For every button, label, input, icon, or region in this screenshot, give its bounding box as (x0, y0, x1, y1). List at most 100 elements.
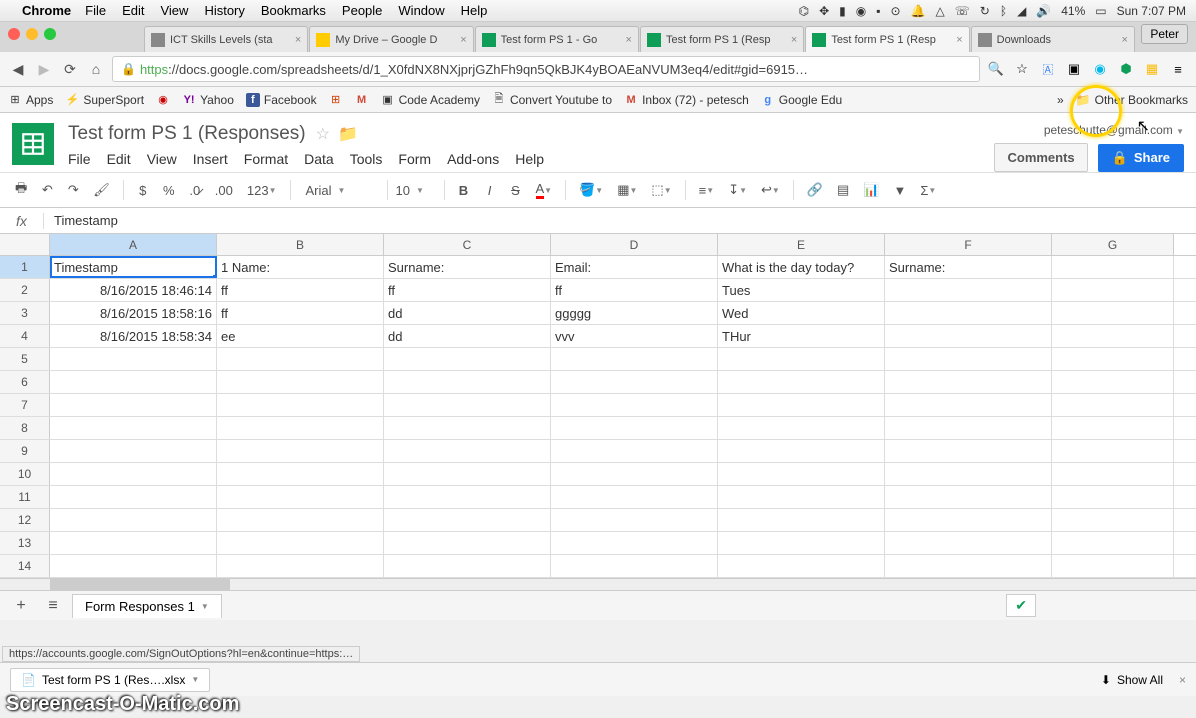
menu-tools[interactable]: Tools (350, 151, 383, 167)
fill-color-button[interactable]: 🪣▼ (574, 179, 608, 201)
cell[interactable] (885, 555, 1052, 577)
cell[interactable] (50, 417, 217, 439)
bm-youtube[interactable]: 🗎Convert Youtube to (492, 93, 612, 107)
row-header[interactable]: 12 (0, 509, 50, 531)
comment-button[interactable]: ▤ (832, 179, 854, 201)
menu-insert[interactable]: Insert (193, 151, 228, 167)
cell[interactable] (50, 371, 217, 393)
bm-facebook[interactable]: fFacebook (246, 93, 317, 107)
sheets-logo[interactable] (12, 123, 54, 165)
row-header[interactable]: 7 (0, 394, 50, 416)
cell[interactable] (885, 394, 1052, 416)
cell[interactable] (1052, 463, 1174, 485)
filter-button[interactable]: ▼ (888, 180, 911, 201)
row-header[interactable]: 1 (0, 256, 50, 278)
share-button[interactable]: 🔒Share (1098, 144, 1184, 172)
cell[interactable] (384, 532, 551, 554)
percent-button[interactable]: % (158, 180, 180, 201)
star-icon[interactable]: ☆ (1012, 59, 1032, 79)
cell[interactable] (384, 394, 551, 416)
reload-button[interactable]: ⟳ (60, 59, 80, 79)
cell[interactable] (1052, 279, 1174, 301)
cell[interactable] (1052, 302, 1174, 324)
cell[interactable] (885, 302, 1052, 324)
row-header[interactable]: 2 (0, 279, 50, 301)
functions-button[interactable]: Σ▼ (915, 180, 941, 201)
borders-button[interactable]: ▦▼ (612, 179, 642, 201)
cell[interactable] (718, 394, 885, 416)
cell[interactable]: 8/16/2015 18:46:14 (50, 279, 217, 301)
comments-button[interactable]: Comments (994, 143, 1087, 172)
undo-button[interactable]: ↶ (36, 179, 58, 201)
cell[interactable] (1052, 325, 1174, 347)
row-header[interactable]: 11 (0, 486, 50, 508)
home-button[interactable]: ⌂ (86, 59, 106, 79)
menu-view[interactable]: View (160, 3, 188, 18)
font-select[interactable]: Arial▼ (299, 180, 379, 201)
cell[interactable] (718, 532, 885, 554)
close-icon[interactable]: × (460, 34, 466, 46)
merge-button[interactable]: ⬚▼ (646, 179, 676, 201)
cell[interactable] (718, 417, 885, 439)
show-all-downloads[interactable]: Show All (1117, 673, 1163, 687)
cell[interactable] (384, 509, 551, 531)
bm-icon-only-2[interactable]: ⊞ (329, 93, 343, 107)
cell[interactable] (718, 463, 885, 485)
close-icon[interactable]: × (1122, 34, 1128, 46)
hamburger-icon[interactable]: ≡ (1168, 59, 1188, 79)
tab-3[interactable]: Test form PS 1 (Resp× (640, 26, 804, 52)
cell[interactable] (217, 532, 384, 554)
horizontal-scrollbar[interactable] (0, 578, 1196, 590)
halign-button[interactable]: ≡▼ (694, 180, 720, 201)
back-button[interactable]: ◀ (8, 59, 28, 79)
cell[interactable] (885, 463, 1052, 485)
cell[interactable] (50, 532, 217, 554)
cell[interactable] (718, 440, 885, 462)
cell[interactable]: What is the day today? (718, 256, 885, 278)
wifi-icon[interactable]: ◢ (1017, 4, 1026, 18)
cell[interactable]: ee (217, 325, 384, 347)
menu-people[interactable]: People (342, 3, 382, 18)
italic-button[interactable]: I (479, 180, 501, 201)
tab-0[interactable]: ICT Skills Levels (sta× (144, 26, 308, 52)
bluetooth-icon[interactable]: ᛒ (1000, 4, 1007, 18)
row-header[interactable]: 9 (0, 440, 50, 462)
menubar-icon[interactable]: ▪ (876, 4, 880, 18)
tab-2[interactable]: Test form PS 1 - Go× (475, 26, 639, 52)
cell[interactable]: vvv (551, 325, 718, 347)
cell[interactable] (217, 555, 384, 577)
cell[interactable] (885, 279, 1052, 301)
translate-icon[interactable]: 🇦 (1038, 59, 1058, 79)
row-header[interactable]: 14 (0, 555, 50, 577)
print-button[interactable]: 🖶 (10, 176, 32, 204)
select-all-corner[interactable] (0, 234, 50, 255)
strike-button[interactable]: S (505, 180, 527, 201)
cell[interactable] (885, 509, 1052, 531)
cell[interactable]: ff (217, 279, 384, 301)
row-header[interactable]: 8 (0, 417, 50, 439)
cell[interactable]: dd (384, 325, 551, 347)
menu-help[interactable]: Help (515, 151, 544, 167)
cell[interactable] (1052, 509, 1174, 531)
app-name[interactable]: Chrome (22, 3, 71, 18)
clock[interactable]: Sun 7:07 PM (1117, 4, 1186, 18)
cell[interactable] (1052, 417, 1174, 439)
chart-button[interactable]: 📊 (858, 179, 884, 201)
user-badge[interactable]: Peter (1141, 24, 1188, 44)
cell[interactable] (384, 371, 551, 393)
ext-icon-3[interactable]: ⬢ (1116, 59, 1136, 79)
menu-file[interactable]: File (85, 3, 106, 18)
col-header-f[interactable]: F (885, 234, 1052, 255)
col-header-c[interactable]: C (384, 234, 551, 255)
cell[interactable]: ff (217, 302, 384, 324)
cell[interactable]: Surname: (885, 256, 1052, 278)
cell[interactable] (1052, 555, 1174, 577)
bm-inbox[interactable]: MInbox (72) - petesch (624, 93, 749, 107)
cell[interactable] (384, 555, 551, 577)
evernote-icon[interactable]: ▮ (839, 4, 846, 18)
wrap-button[interactable]: ↩▼ (756, 179, 785, 201)
cell[interactable] (1052, 394, 1174, 416)
text-color-button[interactable]: A▼ (531, 178, 558, 202)
col-header-b[interactable]: B (217, 234, 384, 255)
cell[interactable] (217, 509, 384, 531)
